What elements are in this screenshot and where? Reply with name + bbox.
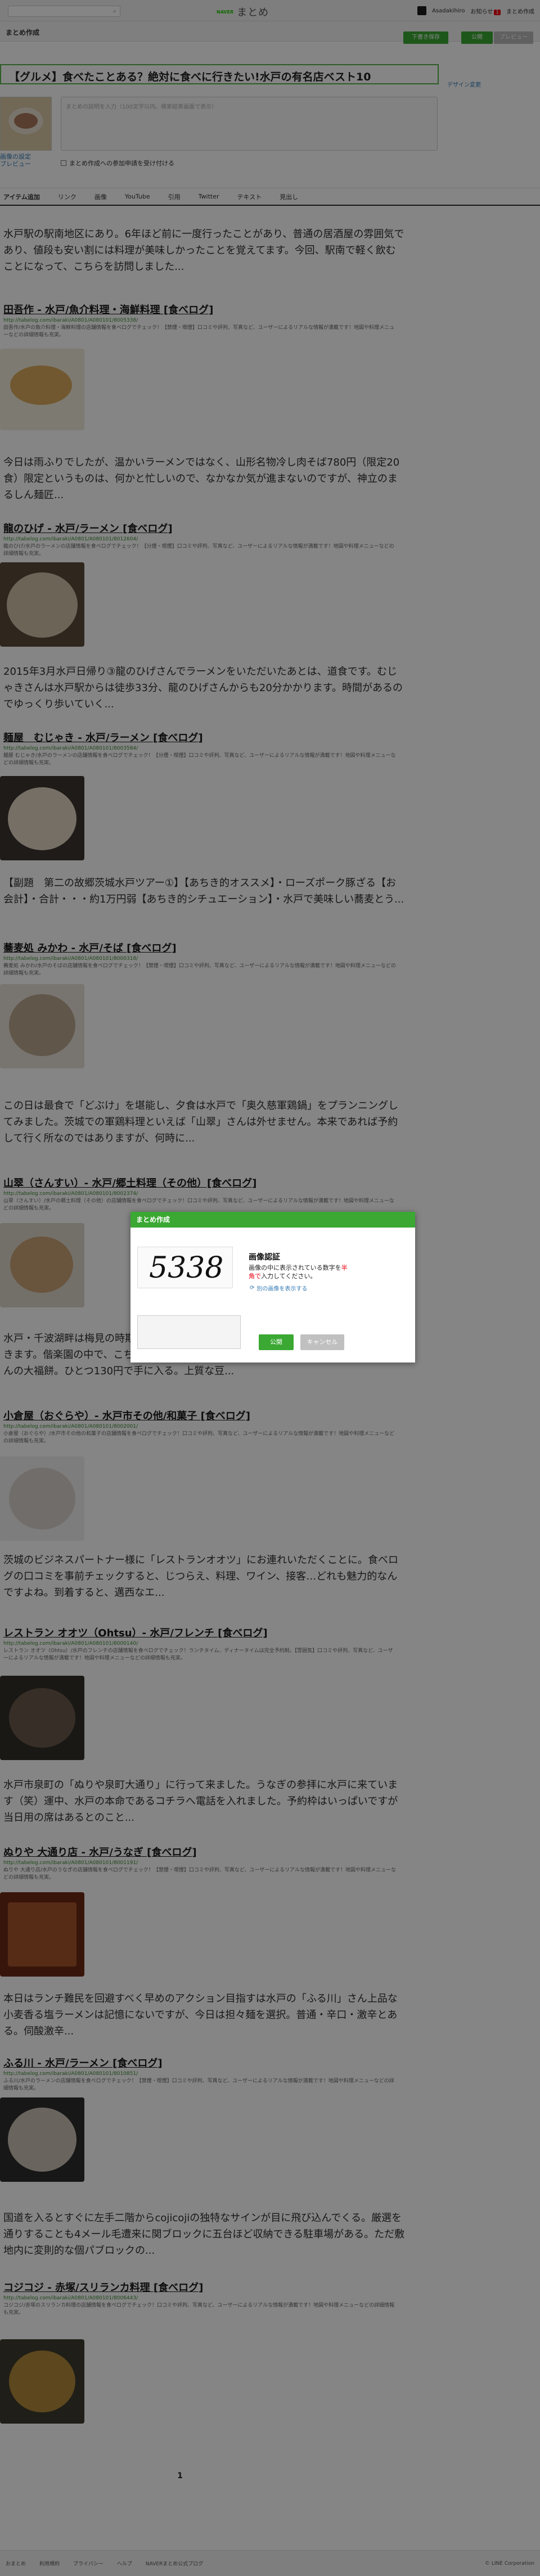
dialog-header: まとめ作成 bbox=[130, 1212, 415, 1228]
dialog-heading: 画像認証 bbox=[249, 1253, 280, 1262]
instruction-text: 画像の中に表示されている数字を bbox=[249, 1264, 341, 1271]
captcha-image: 5338 bbox=[137, 1247, 233, 1288]
captcha-cancel-button[interactable]: キャンセル bbox=[300, 1334, 344, 1350]
refresh-icon: ⟳ bbox=[250, 1285, 255, 1291]
captcha-code: 5338 bbox=[149, 1251, 224, 1285]
instruction-text: 入力してください。 bbox=[261, 1273, 317, 1280]
captcha-dialog: まとめ作成 5338 画像認証 画像の中に表示されている数字を半角で入力してくだ… bbox=[130, 1212, 415, 1363]
refresh-label: 別の画像を表示する bbox=[256, 1286, 308, 1292]
captcha-input[interactable] bbox=[137, 1315, 241, 1349]
dialog-instructions: 画像の中に表示されている数字を半角で入力してください。 bbox=[249, 1264, 350, 1280]
captcha-submit-button[interactable]: 公開 bbox=[259, 1334, 294, 1350]
page: ⌕ NAVER まとめ Asadakihiro お知らせ 1 まとめ作成 まとめ作… bbox=[0, 0, 540, 2576]
refresh-captcha-link[interactable]: ⟳ 別の画像を表示する bbox=[250, 1284, 307, 1292]
